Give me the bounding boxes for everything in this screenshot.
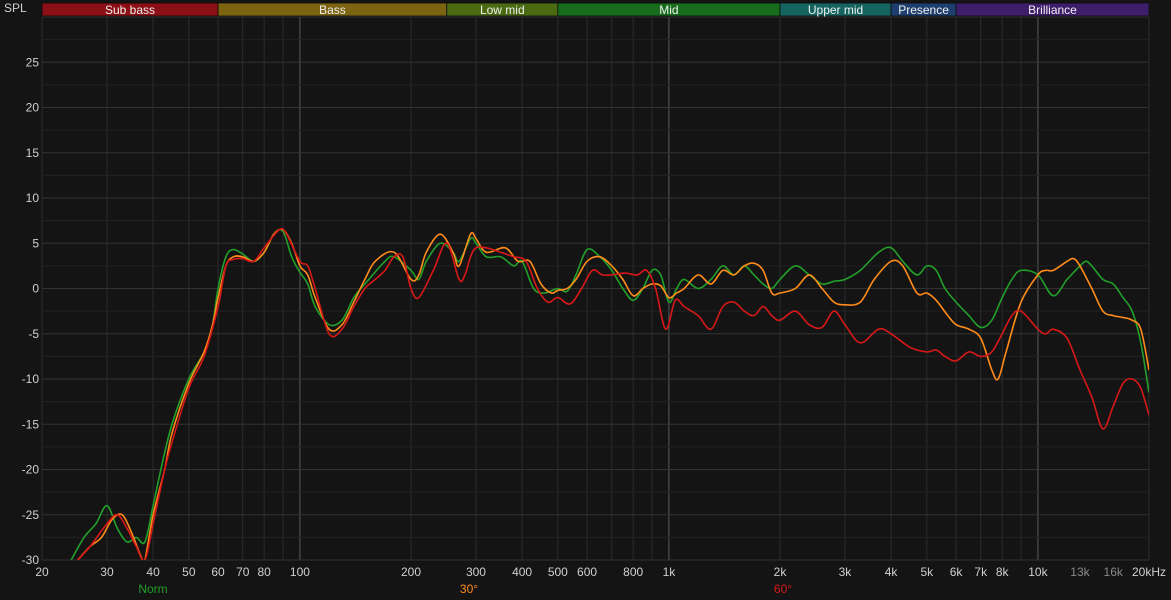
x-tick-label: 400: [512, 565, 532, 579]
y-tick-label: -5: [28, 327, 39, 341]
frequency-response-chart: SPL Sub bass Bass Low mid Mid Upper mid Prese…: [0, 0, 1171, 600]
legend-label: Norm: [138, 582, 167, 596]
x-tick-label: 60: [211, 565, 225, 579]
x-tick-label: 30: [100, 565, 114, 579]
x-tick-label: 600: [577, 565, 597, 579]
x-tick-label: 8k: [996, 565, 1010, 579]
x-tick-label: 200: [401, 565, 421, 579]
legend-label: 30°: [460, 582, 478, 596]
x-tick-label: 20: [35, 565, 49, 579]
x-tick-label: 2k: [774, 565, 788, 579]
x-tick-label: 70: [236, 565, 250, 579]
x-tick-label: 20kHz: [1132, 565, 1166, 579]
y-tick-label: 0: [32, 282, 39, 296]
x-tick-label: 1k: [663, 565, 677, 579]
x-tick-label: 13k: [1070, 565, 1090, 579]
x-tick-label: 100: [290, 565, 310, 579]
y-tick-label: -20: [22, 463, 40, 477]
y-tick-label: -10: [22, 372, 40, 386]
y-tick-label: -25: [22, 508, 40, 522]
x-tick-label: 800: [623, 565, 643, 579]
x-tick-label: 3k: [839, 565, 853, 579]
band-label: Mid: [659, 3, 678, 17]
x-tick-label: 50: [182, 565, 196, 579]
y-tick-label: 20: [26, 101, 40, 115]
band-label: Low mid: [480, 3, 525, 17]
band-label: Upper mid: [808, 3, 863, 17]
x-tick-label: 10k: [1028, 565, 1048, 579]
y-tick-label: 25: [26, 55, 40, 69]
frequency-bands: Sub bass Bass Low mid Mid Upper mid Presence B…: [41, 2, 1150, 17]
band-label: Brilliance: [1028, 3, 1077, 17]
band-label: Bass: [319, 3, 346, 17]
legend-label: 60°: [774, 582, 792, 596]
x-tick-label: 80: [257, 565, 271, 579]
y-axis-title: SPL: [4, 1, 27, 15]
y-tick-label: -15: [22, 417, 40, 431]
x-tick-label: 4k: [885, 565, 899, 579]
y-tick-label: 5: [32, 236, 39, 250]
x-tick-label: 16k: [1104, 565, 1124, 579]
band-label: Presence: [898, 3, 949, 17]
x-tick-label: 40: [146, 565, 160, 579]
y-tick-label: 15: [26, 146, 40, 160]
band-label: Sub bass: [105, 3, 155, 17]
x-tick-label: 7k: [974, 565, 988, 579]
y-tick-label: 10: [26, 191, 40, 205]
x-tick-label: 500: [548, 565, 568, 579]
x-tick-label: 5k: [920, 565, 934, 579]
x-tick-label: 300: [466, 565, 486, 579]
x-tick-label: 6k: [950, 565, 964, 579]
